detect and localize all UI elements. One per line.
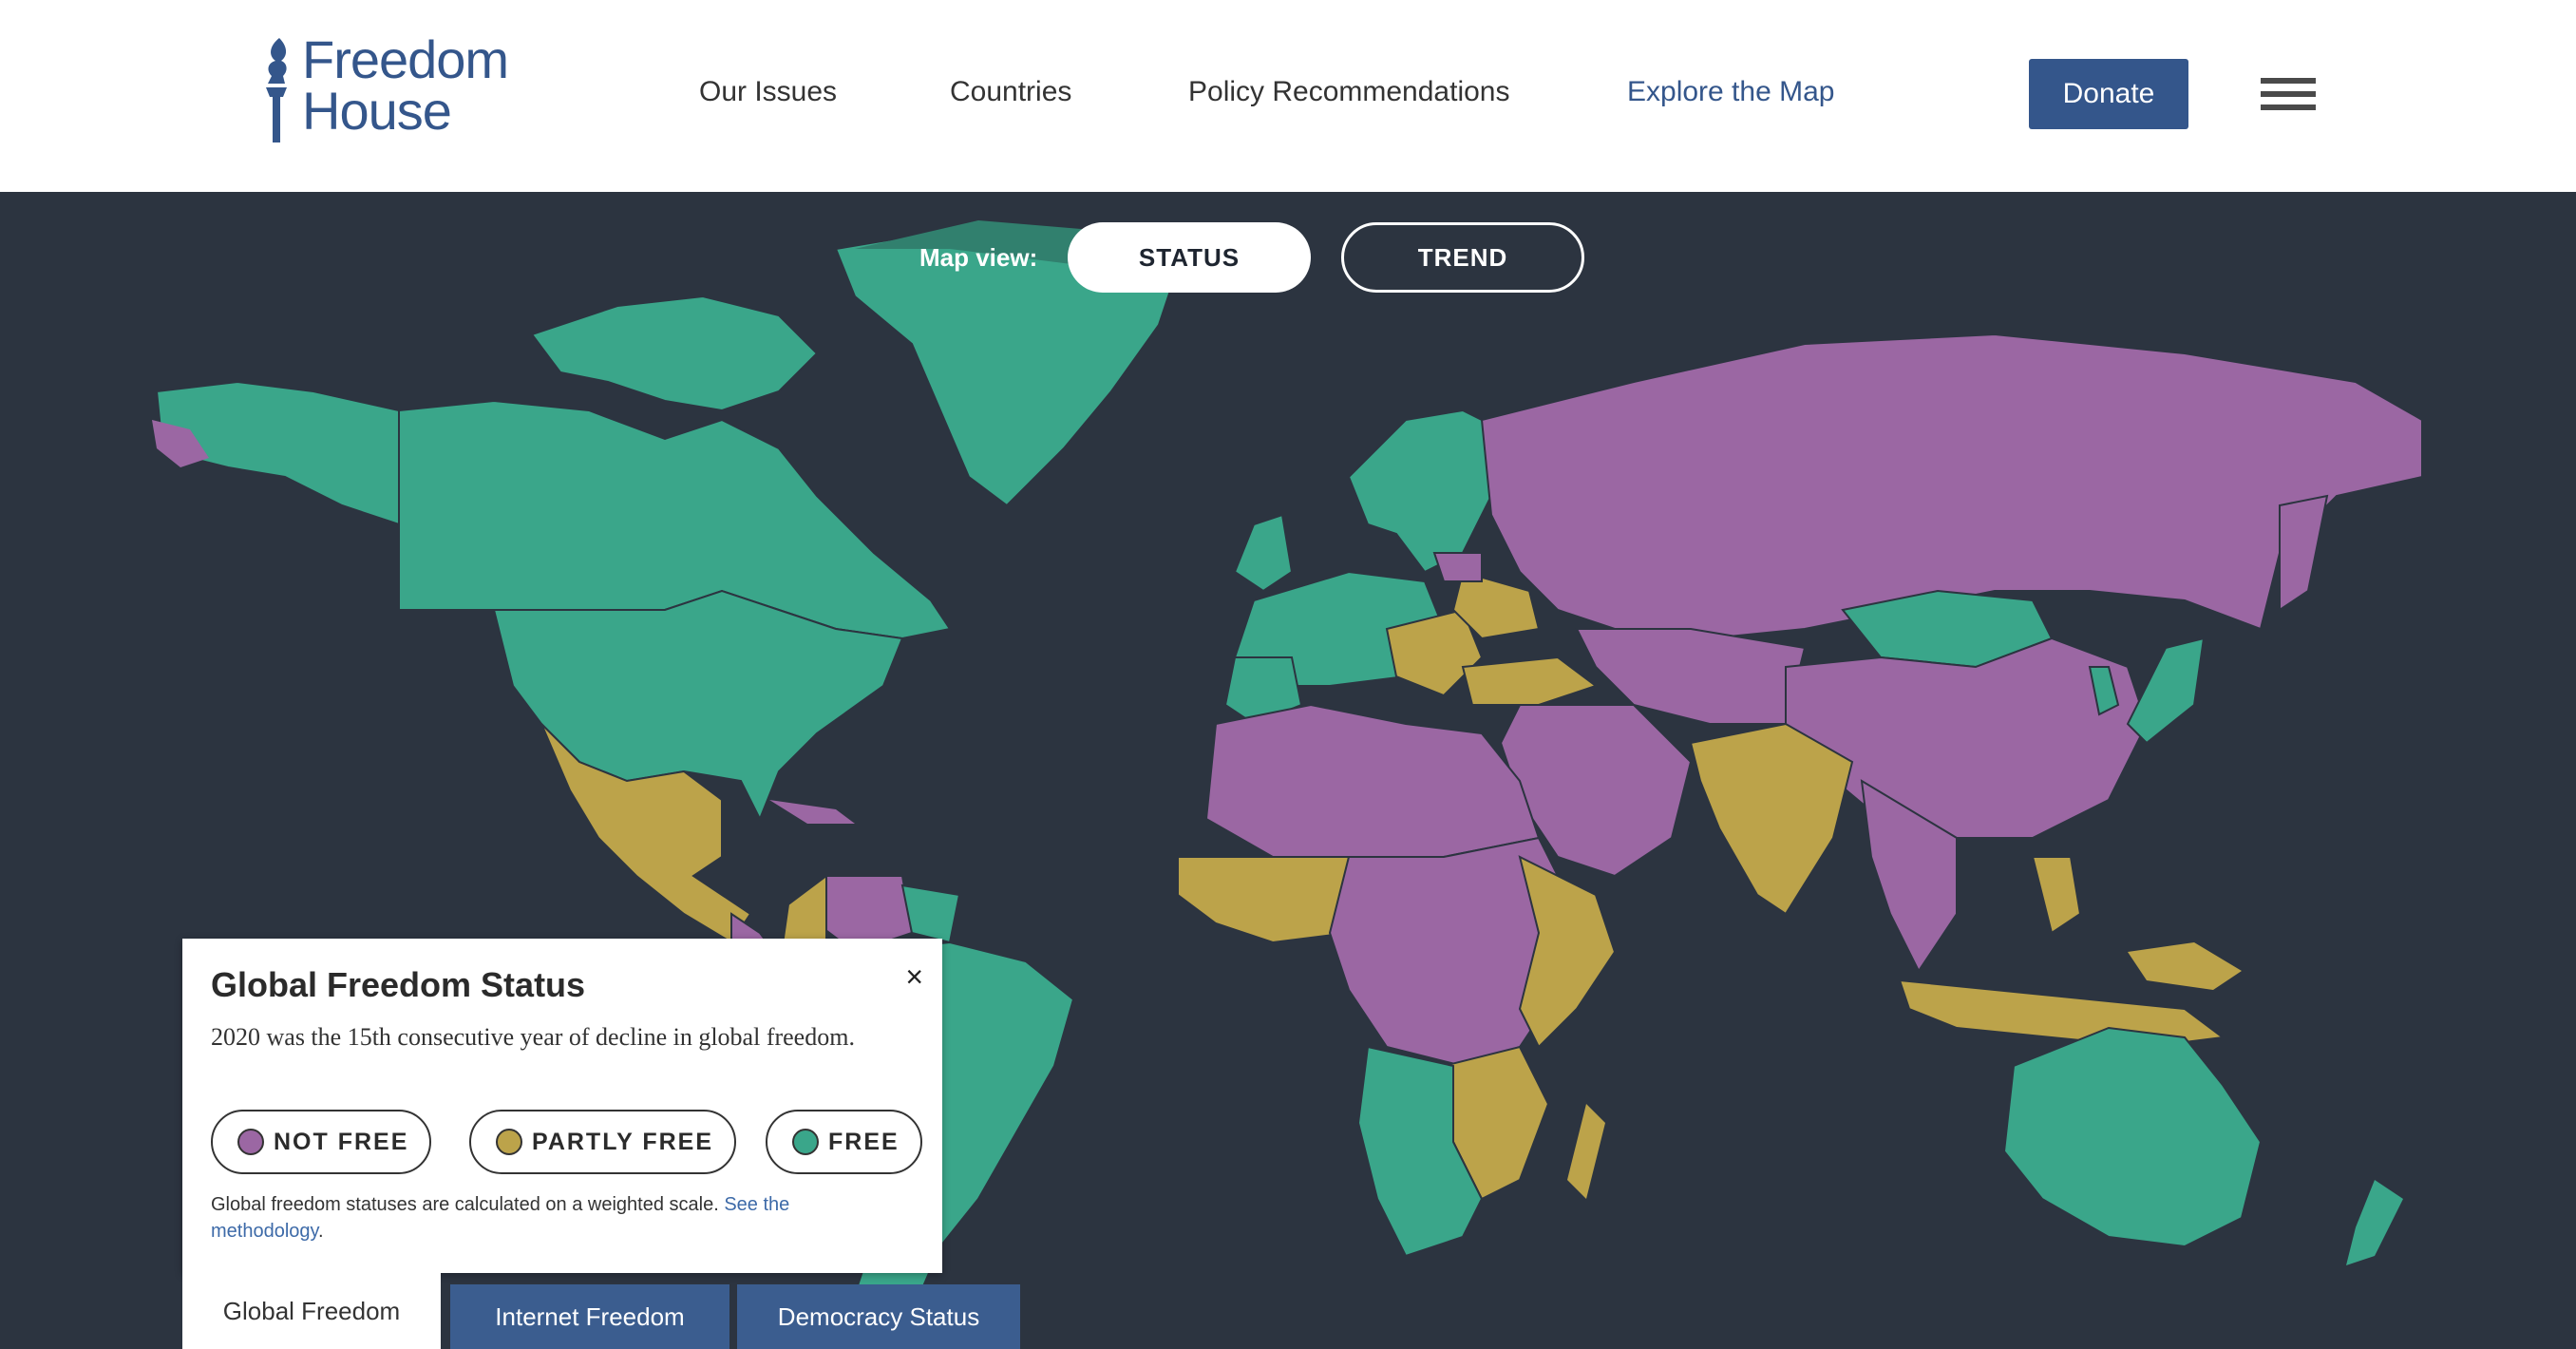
region-philippines	[2031, 856, 2082, 935]
site-header: Freedom House Our Issues Countries Polic…	[0, 0, 2576, 192]
legend-partly-free-button[interactable]: PARTLY FREE	[469, 1110, 737, 1174]
trend-toggle-button[interactable]: TREND	[1341, 222, 1584, 293]
region-india	[1689, 722, 1854, 916]
legend-note-end: .	[318, 1221, 324, 1242]
donate-button[interactable]: Donate	[2029, 59, 2188, 129]
nav-explore-the-map[interactable]: Explore the Map	[1627, 76, 1834, 108]
hamburger-menu-icon[interactable]	[2261, 78, 2316, 112]
region-canada	[398, 399, 952, 640]
freedom-house-logo[interactable]: Freedom House	[262, 29, 519, 148]
partly-free-dot-icon	[496, 1129, 522, 1155]
region-belarus	[1432, 552, 1483, 582]
free-dot-icon	[792, 1129, 819, 1155]
region-cuba	[769, 800, 855, 824]
region-madagascar	[1567, 1104, 1605, 1199]
legend-note-text: Global freedom statuses are calculated o…	[211, 1194, 725, 1215]
region-east-africa	[1518, 855, 1617, 1049]
region-japan	[2126, 636, 2206, 745]
region-kamchatka	[2279, 494, 2329, 612]
logo-wordmark: Freedom House	[302, 29, 509, 141]
legend-free-button[interactable]: FREE	[766, 1110, 922, 1174]
legend-not-free-button[interactable]: NOT FREE	[211, 1110, 432, 1174]
tab-global-freedom[interactable]: Global Freedom	[182, 1273, 441, 1349]
region-turkey	[1461, 656, 1599, 706]
region-new-zealand	[2346, 1180, 2403, 1265]
region-arctic-islands	[530, 294, 819, 412]
legend-free-label: FREE	[828, 1128, 900, 1155]
map-view-label: Map view:	[919, 243, 1038, 272]
nav-policy-recommendations[interactable]: Policy Recommendations	[1188, 76, 1509, 108]
region-uk	[1233, 513, 1294, 593]
region-scandinavia	[1347, 408, 1503, 574]
tab-democracy-status[interactable]: Democracy Status	[737, 1284, 1020, 1349]
region-north-africa	[1204, 703, 1541, 858]
legend-not-free-label: NOT FREE	[274, 1128, 409, 1155]
close-icon[interactable]: ×	[905, 960, 923, 995]
region-australia	[2002, 1026, 2263, 1248]
region-papua	[2128, 942, 2242, 990]
status-toggle-button[interactable]: STATUS	[1068, 222, 1311, 293]
tab-internet-freedom[interactable]: Internet Freedom	[450, 1284, 729, 1349]
legend-note: Global freedom statuses are calculated o…	[211, 1191, 895, 1244]
legend-panel: Global Freedom Status × 2020 was the 15t…	[182, 939, 942, 1273]
nav-our-issues[interactable]: Our Issues	[699, 76, 837, 108]
nav-countries[interactable]: Countries	[950, 76, 1071, 108]
torch-icon	[266, 38, 287, 142]
legend-title: Global Freedom Status	[211, 965, 586, 1004]
legend-partly-free-label: PARTLY FREE	[532, 1128, 714, 1155]
not-free-dot-icon	[237, 1129, 264, 1155]
logo-line-2: House	[302, 81, 452, 141]
logo-line-1: Freedom	[302, 29, 509, 89]
legend-description: 2020 was the 15th consecutive year of de…	[211, 1023, 855, 1051]
